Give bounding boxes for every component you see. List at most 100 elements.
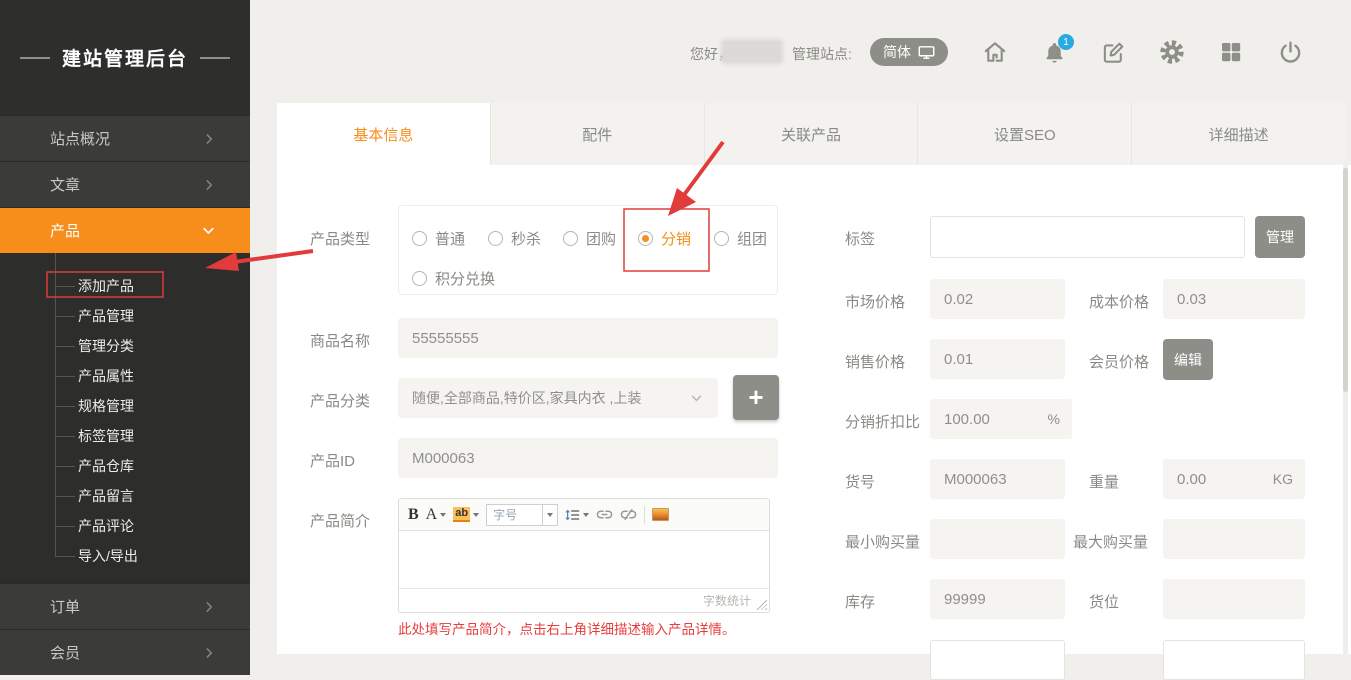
submenu-item-tag-management[interactable]: 标签管理	[0, 421, 250, 451]
radio-team-buy[interactable]: 组团	[714, 228, 767, 249]
bell-icon[interactable]: 1	[1041, 39, 1067, 65]
font-size-select[interactable]: 字号	[486, 504, 558, 526]
submenu-item-product-attributes[interactable]: 产品属性	[0, 361, 250, 391]
tab-basic-info[interactable]: 基本信息	[277, 103, 490, 165]
font-color-button[interactable]: A	[426, 506, 447, 524]
max-purchase-input[interactable]	[1163, 519, 1305, 559]
distribution-ratio-input[interactable]: 100.00 %	[930, 399, 1072, 439]
caret-down-icon	[542, 505, 557, 525]
radio-label: 团购	[586, 228, 616, 249]
resize-grip[interactable]	[756, 599, 767, 610]
kg-suffix: KG	[1273, 471, 1293, 487]
stock-input[interactable]: 99999	[930, 579, 1065, 619]
market-price-input[interactable]: 0.02	[930, 279, 1065, 319]
intro-hint-text: 此处填写产品简介，点击右上角详细描述输入产品详情。	[398, 618, 736, 638]
radio-circle	[714, 231, 729, 246]
product-id-input[interactable]: M000063	[398, 438, 778, 478]
editor-toolbar: B A ab 字号	[399, 499, 769, 531]
unlink-icon[interactable]	[620, 508, 637, 521]
distribution-ratio-value: 100.00	[944, 411, 990, 428]
product-name-label: 商品名称	[310, 330, 370, 351]
sale-price-input[interactable]: 0.01	[930, 339, 1065, 379]
tab-related-products[interactable]: 关联产品	[704, 103, 918, 165]
bold-button[interactable]: B	[408, 506, 419, 524]
toolbar-separator	[644, 506, 645, 524]
submenu-item-import-export[interactable]: 导入/导出	[0, 541, 250, 571]
radio-label: 秒杀	[511, 228, 541, 249]
radio-group-buy[interactable]: 团购	[563, 228, 616, 249]
category-value: 随便,全部商品,特价区,家具内衣 ,上装	[412, 388, 641, 408]
sidebar-item-members[interactable]: 会员	[0, 629, 250, 675]
submenu-item-spec-management[interactable]: 规格管理	[0, 391, 250, 421]
cost-price-label: 成本价格	[1089, 291, 1149, 312]
language-switch-button[interactable]: 简体	[870, 38, 948, 66]
submenu-item-product-messages[interactable]: 产品留言	[0, 481, 250, 511]
radio-circle	[412, 231, 427, 246]
gear-icon[interactable]	[1159, 39, 1185, 65]
power-icon[interactable]	[1277, 39, 1303, 65]
sidebar-item-orders[interactable]: 订单	[0, 583, 250, 629]
caret-down-icon	[473, 513, 479, 517]
next-row-input-partial[interactable]	[930, 640, 1065, 680]
min-purchase-input[interactable]	[930, 519, 1065, 559]
notification-badge: 1	[1058, 34, 1074, 50]
submenu-item-product-reviews[interactable]: 产品评论	[0, 511, 250, 541]
tab-seo-settings[interactable]: 设置SEO	[917, 103, 1131, 165]
highlight-button[interactable]: ab	[453, 507, 479, 522]
chevron-right-icon	[202, 132, 216, 146]
location-input[interactable]	[1163, 579, 1305, 619]
submenu-item-add-product[interactable]: 添加产品	[0, 271, 250, 301]
edit-icon[interactable]	[1100, 39, 1126, 65]
radio-circle	[638, 231, 653, 246]
radio-label: 普通	[435, 228, 465, 249]
percent-suffix: %	[1048, 411, 1060, 427]
logo-dash-left	[20, 57, 50, 59]
logo-dash-right	[200, 57, 230, 59]
font-size-placeholder: 字号	[487, 506, 542, 523]
product-category-select[interactable]: 随便,全部商品,特价区,家具内衣 ,上装	[398, 378, 718, 418]
min-purchase-label: 最小购买量	[845, 531, 920, 552]
sidebar-item-site-overview[interactable]: 站点概况	[0, 115, 250, 161]
home-icon[interactable]	[982, 39, 1008, 65]
insert-image-button[interactable]	[652, 508, 669, 521]
submenu-item-category-management[interactable]: 管理分类	[0, 331, 250, 361]
caret-down-icon	[583, 513, 589, 517]
sidebar-item-articles[interactable]: 文章	[0, 161, 250, 207]
next-row-input-partial[interactable]	[1163, 640, 1305, 680]
tab-accessories[interactable]: 配件	[490, 103, 704, 165]
product-category-label: 产品分类	[310, 390, 370, 411]
line-height-button[interactable]	[565, 508, 589, 522]
radio-points-exchange[interactable]: 积分兑换	[412, 268, 495, 289]
cost-price-input[interactable]: 0.03	[1163, 279, 1305, 319]
tags-input[interactable]	[930, 216, 1245, 258]
tags-label: 标签	[845, 228, 875, 249]
location-label: 货位	[1089, 591, 1119, 612]
radio-flash-sale[interactable]: 秒杀	[488, 228, 541, 249]
editor-content-area[interactable]	[399, 531, 769, 588]
radio-circle	[563, 231, 578, 246]
weight-value: 0.00	[1177, 471, 1206, 488]
scrollbar-thumb[interactable]	[1343, 168, 1348, 392]
manage-tags-button[interactable]: 管理	[1255, 216, 1305, 258]
item-no-input[interactable]: M000063	[930, 459, 1065, 499]
radio-distribution[interactable]: 分销	[638, 228, 691, 249]
tab-detailed-description[interactable]: 详细描述	[1131, 103, 1345, 165]
radio-label: 分销	[661, 228, 691, 249]
manage-site-label: 管理站点:	[792, 44, 852, 64]
apps-icon[interactable]	[1218, 39, 1244, 65]
tab-bar: 基本信息 配件 关联产品 设置SEO 详细描述	[277, 103, 1345, 165]
submenu-item-product-management[interactable]: 产品管理	[0, 301, 250, 331]
weight-input[interactable]: 0.00 KG	[1163, 459, 1305, 499]
sidebar-item-products[interactable]: 产品	[0, 207, 250, 253]
submenu-item-product-warehouse[interactable]: 产品仓库	[0, 451, 250, 481]
add-category-button[interactable]: +	[733, 375, 779, 420]
word-count-label: 字数统计	[703, 592, 751, 609]
chevron-down-icon	[201, 223, 216, 238]
radio-label: 组团	[737, 228, 767, 249]
edit-member-price-button[interactable]: 编辑	[1163, 339, 1213, 380]
link-icon[interactable]	[596, 508, 613, 521]
product-name-input[interactable]: 55555555	[398, 318, 778, 358]
chevron-down-icon	[689, 391, 704, 409]
radio-normal[interactable]: 普通	[412, 228, 465, 249]
sidebar-item-label: 站点概况	[50, 128, 110, 149]
